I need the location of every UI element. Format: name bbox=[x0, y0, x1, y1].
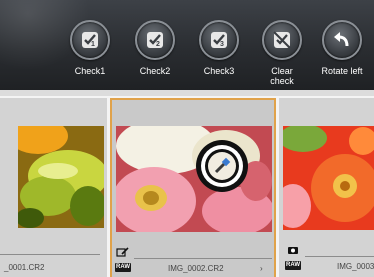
clear-check-button[interactable]: Clear check bbox=[252, 20, 312, 86]
thumbnail-item-selected[interactable]: RAW IMG_0002.CR2 › bbox=[110, 98, 276, 277]
rotate-left-label: Rotate left bbox=[321, 66, 363, 76]
rotate-left-icon bbox=[322, 20, 362, 60]
divider bbox=[134, 258, 272, 259]
check2-button[interactable]: 2 Check2 bbox=[125, 20, 185, 76]
strip-divider bbox=[0, 90, 374, 96]
check1-icon: 1 bbox=[70, 20, 110, 60]
svg-text:2: 2 bbox=[156, 41, 160, 48]
svg-text:3: 3 bbox=[220, 41, 224, 48]
clear-check-icon bbox=[262, 20, 302, 60]
thumbnail-filename: IMG_0003 bbox=[337, 262, 374, 271]
thumbnail-filename: _0001.CR2 bbox=[4, 263, 45, 272]
clear-check-label: Clear check bbox=[270, 66, 294, 86]
rotate-left-button[interactable]: Rotate left bbox=[312, 20, 372, 76]
camera-icon bbox=[287, 242, 299, 254]
svg-text:1: 1 bbox=[91, 41, 95, 48]
toolbar: 1 Check1 2 Check2 3 Check3 Clear check R… bbox=[0, 0, 374, 90]
ellipsis-icon: › bbox=[260, 264, 263, 273]
raw-badge: RAW bbox=[115, 263, 131, 272]
thumbnail-image bbox=[116, 126, 272, 232]
divider bbox=[305, 256, 374, 257]
thumbnail-image bbox=[283, 126, 374, 230]
check1-label: Check1 bbox=[74, 66, 106, 76]
thumbnail-item[interactable]: _0001.CR2 bbox=[0, 98, 107, 277]
check1-button[interactable]: 1 Check1 bbox=[60, 20, 120, 76]
check2-icon: 2 bbox=[135, 20, 175, 60]
edit-icon bbox=[116, 244, 130, 257]
check3-label: Check3 bbox=[203, 66, 235, 76]
check2-label: Check2 bbox=[139, 66, 171, 76]
raw-badge: RAW bbox=[285, 261, 301, 270]
check3-button[interactable]: 3 Check3 bbox=[189, 20, 249, 76]
divider bbox=[0, 254, 100, 255]
loupe-icon[interactable] bbox=[196, 140, 248, 192]
check3-icon: 3 bbox=[199, 20, 239, 60]
thumbnail-image bbox=[18, 126, 104, 228]
thumbnail-item[interactable]: RAW IMG_0003 bbox=[279, 98, 374, 277]
thumbnail-filename: IMG_0002.CR2 bbox=[168, 264, 224, 273]
